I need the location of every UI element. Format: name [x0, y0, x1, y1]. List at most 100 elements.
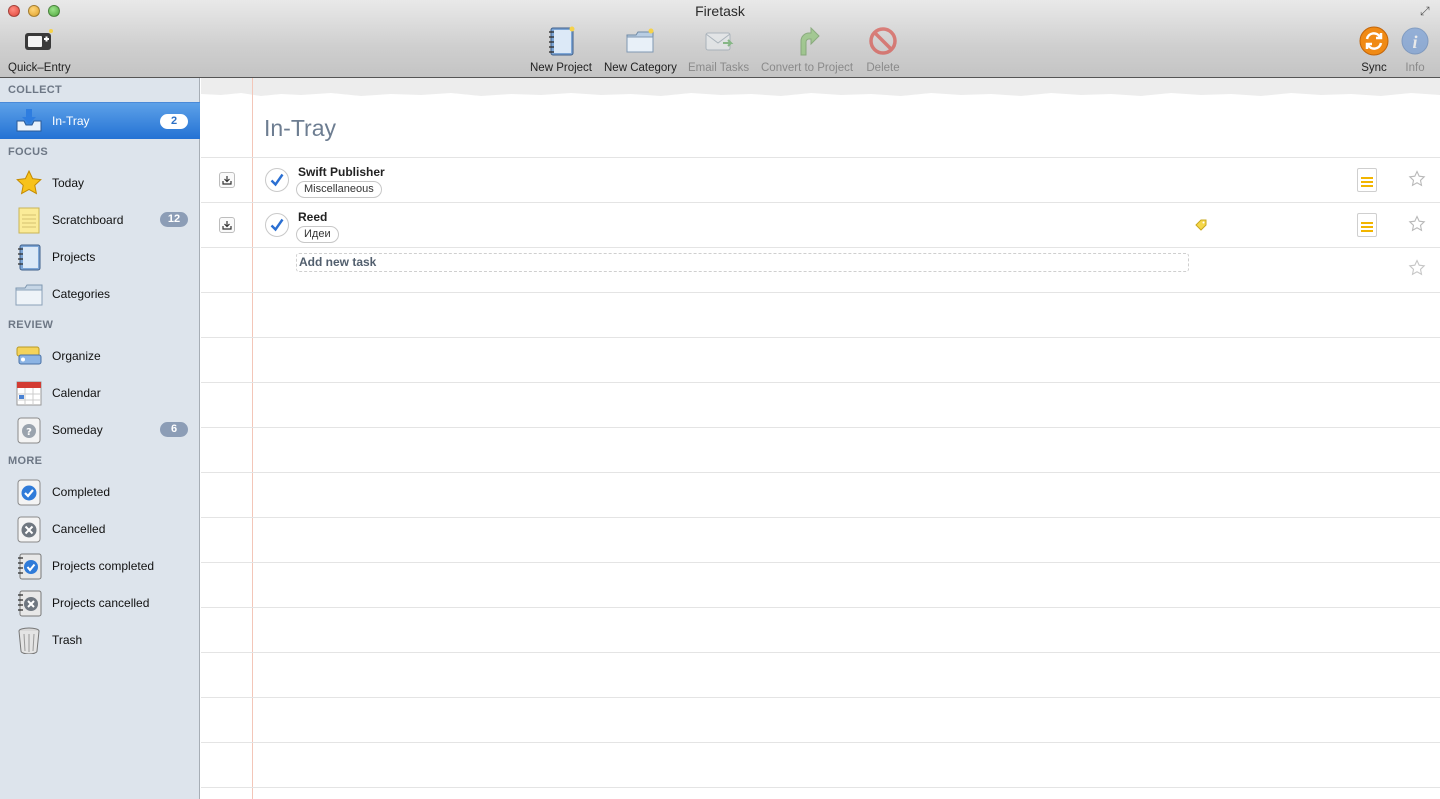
project-check-icon	[14, 551, 44, 581]
sidebar-item-label: Projects cancelled	[52, 595, 150, 610]
window-title: Firetask	[695, 3, 745, 19]
rule-line	[201, 292, 1440, 293]
task-name[interactable]: Reed	[298, 210, 327, 224]
sidebar-item-label: Projects	[52, 249, 96, 264]
sidebar-item-label: Calendar	[52, 385, 101, 400]
sidebar-item-projects[interactable]: Projects	[0, 238, 200, 275]
sidebar-item-label: In-Tray	[52, 114, 90, 128]
info-button[interactable]: i Info	[1398, 24, 1432, 74]
sidebar-item-projects-cancelled[interactable]: Projects cancelled	[0, 584, 200, 621]
in-tray-icon	[14, 106, 44, 136]
sidebar-item-label: Today	[52, 175, 85, 190]
checkbox-icon	[14, 477, 44, 507]
quick-entry-label: Quick–Entry	[8, 62, 71, 74]
note-icon[interactable]	[1357, 213, 1377, 237]
sidebar-item-in-tray[interactable]: In-Tray 2	[0, 102, 200, 139]
delete-label: Delete	[866, 62, 900, 74]
section-header-collect: COLLECT	[8, 84, 63, 96]
count-badge: 2	[160, 114, 188, 129]
rule-line	[201, 247, 1440, 248]
sidebar-item-completed[interactable]: Completed	[0, 473, 200, 510]
category-tag[interactable]: Идеи	[296, 226, 339, 243]
count-badge: 12	[160, 212, 188, 227]
complete-checkbox[interactable]	[265, 213, 289, 237]
delete-button[interactable]: Delete	[866, 24, 900, 74]
cancel-icon	[14, 514, 44, 544]
calendar-icon	[14, 378, 44, 408]
folder-icon	[14, 279, 44, 309]
convert-to-project-icon	[790, 24, 824, 58]
sidebar-item-organize[interactable]: Organize	[0, 337, 200, 374]
rule-line	[201, 517, 1440, 518]
svg-text:i: i	[1412, 32, 1417, 52]
rule-line	[201, 427, 1440, 428]
email-tasks-label: Email Tasks	[688, 62, 750, 74]
rule-line	[201, 652, 1440, 653]
new-project-icon	[544, 24, 578, 58]
rule-line	[201, 607, 1440, 608]
sidebar-item-label: Someday	[52, 422, 103, 437]
task-name[interactable]: Swift Publisher	[298, 165, 385, 179]
new-project-label: New Project	[530, 62, 592, 74]
new-category-label: New Category	[604, 62, 677, 74]
task-row[interactable]: Swift Publisher Miscellaneous	[201, 158, 1440, 203]
section-header-review: REVIEW	[8, 319, 54, 331]
sidebar-item-label: Categories	[52, 286, 111, 301]
trash-icon	[14, 625, 44, 655]
new-category-button[interactable]: New Category	[604, 24, 677, 74]
quick-entry-button[interactable]: Quick–Entry	[8, 24, 71, 74]
sync-label: Sync	[1361, 62, 1387, 74]
sidebar-item-cancelled[interactable]: Cancelled	[0, 510, 200, 547]
page-title: In-Tray	[264, 115, 336, 141]
new-project-button[interactable]: New Project	[530, 24, 592, 74]
rule-line	[201, 697, 1440, 698]
organize-icon	[14, 341, 44, 371]
rule-line	[201, 337, 1440, 338]
email-tasks-icon	[702, 24, 736, 58]
sidebar-item-label: Scratchboard	[52, 212, 124, 227]
toolbar: Firetask ⤢ Quick–Entry New Project New C…	[0, 0, 1440, 78]
tag-icon[interactable]	[1194, 218, 1208, 237]
rule-line	[201, 742, 1440, 743]
sidebar-item-today[interactable]: Today	[0, 164, 200, 201]
star-icon[interactable]	[1408, 215, 1426, 238]
fullscreen-icon[interactable]: ⤢	[1420, 4, 1434, 18]
rule-line	[201, 382, 1440, 383]
sidebar-item-label: Organize	[52, 348, 101, 363]
star-icon[interactable]	[1408, 259, 1426, 282]
star-icon	[14, 168, 44, 198]
sidebar-item-scratchboard[interactable]: Scratchboard 12	[0, 201, 200, 238]
sidebar-item-someday[interactable]: ? Someday 6	[0, 411, 200, 448]
notebook-icon	[14, 242, 44, 272]
question-icon: ?	[14, 415, 44, 445]
info-label: Info	[1405, 62, 1425, 74]
category-tag[interactable]: Miscellaneous	[296, 181, 382, 198]
sidebar-item-categories[interactable]: Categories	[0, 275, 200, 312]
sidebar: COLLECT In-Tray 2 FOCUS Today Scratchboa…	[0, 78, 200, 799]
count-badge: 6	[160, 422, 188, 437]
convert-to-project-button[interactable]: Convert to Project	[761, 24, 853, 74]
app-window: Firetask ⤢ Quick–Entry New Project New C…	[0, 0, 1440, 799]
in-tray-small-icon[interactable]	[219, 217, 235, 233]
task-list-panel: In-Tray Swift Publisher Miscellaneous Re…	[201, 78, 1440, 799]
torn-paper-edge	[201, 78, 1440, 100]
sidebar-item-trash[interactable]: Trash	[0, 621, 200, 658]
sidebar-item-calendar[interactable]: Calendar	[0, 374, 200, 411]
rule-line	[201, 562, 1440, 563]
svg-text:?: ?	[26, 427, 32, 438]
section-header-more: MORE	[8, 455, 43, 467]
complete-checkbox[interactable]	[265, 168, 289, 192]
sidebar-item-label: Trash	[52, 632, 83, 647]
convert-to-project-label: Convert to Project	[761, 62, 854, 74]
sidebar-item-label: Projects completed	[52, 558, 155, 573]
sync-button[interactable]: Sync	[1357, 24, 1391, 74]
add-new-task-field[interactable]: Add new task	[296, 253, 1189, 272]
task-row[interactable]: Reed Идеи	[201, 203, 1440, 248]
sidebar-item-projects-completed[interactable]: Projects completed	[0, 547, 200, 584]
rule-line	[201, 472, 1440, 473]
email-tasks-button[interactable]: Email Tasks	[688, 24, 749, 74]
note-icon[interactable]	[1357, 168, 1377, 192]
in-tray-small-icon[interactable]	[219, 172, 235, 188]
project-cancel-icon	[14, 588, 44, 618]
star-icon[interactable]	[1408, 170, 1426, 193]
